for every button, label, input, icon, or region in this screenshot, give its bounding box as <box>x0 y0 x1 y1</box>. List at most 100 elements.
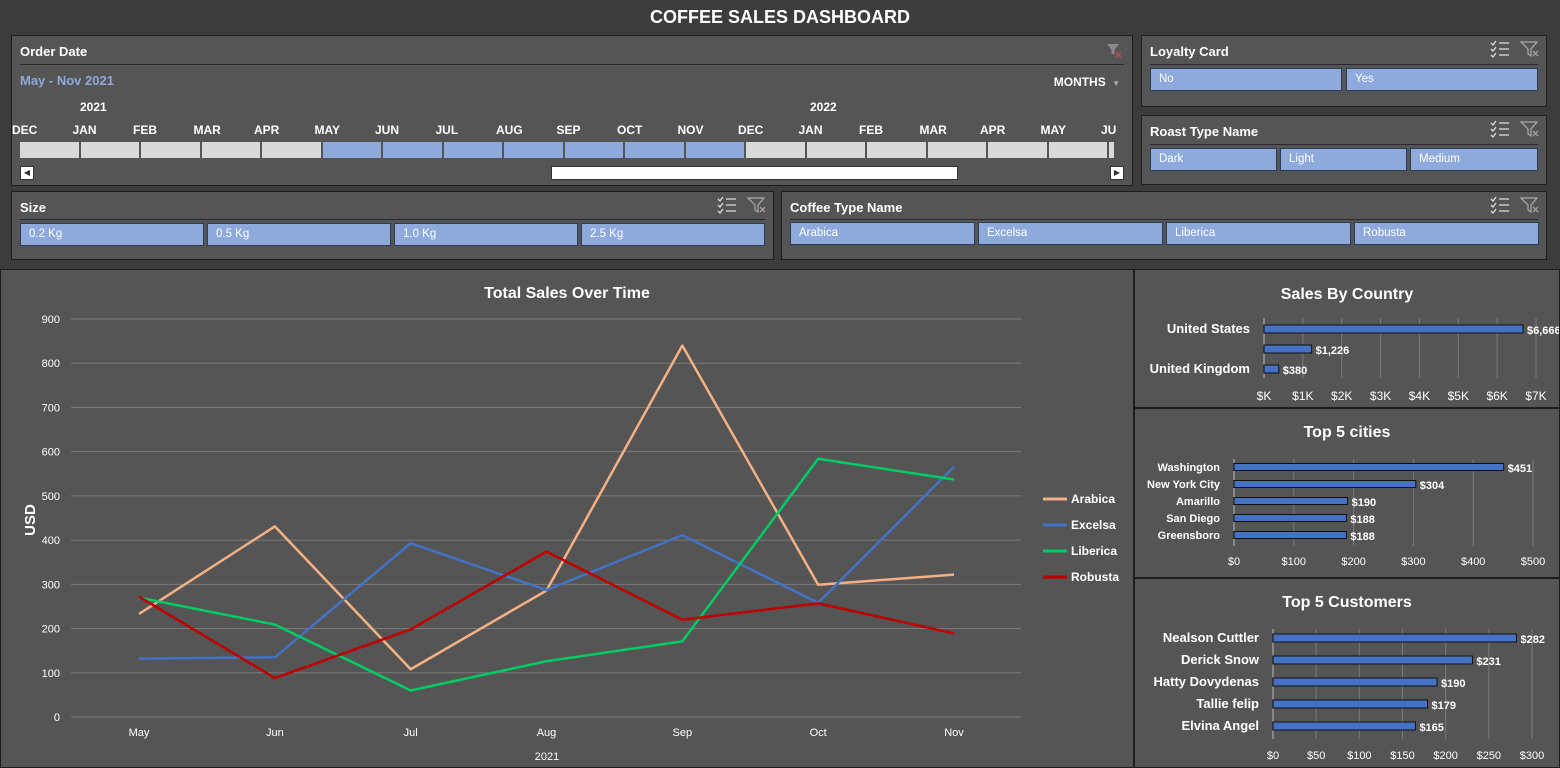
timeline-cell[interactable] <box>262 142 323 158</box>
roast-type-title: Roast Type Name <box>1150 124 1259 139</box>
roast-option-dark[interactable]: Dark <box>1150 148 1277 171</box>
timeline-cell[interactable] <box>867 142 928 158</box>
roast-option-medium[interactable]: Medium <box>1410 148 1538 171</box>
timeline-month-label: MAR <box>193 123 221 137</box>
period-dropdown[interactable]: MONTHS ▼ <box>1054 75 1120 89</box>
series-line-liberica[interactable] <box>138 457 955 692</box>
x-tick-label: $100 <box>1347 750 1371 762</box>
category-label: San Diego <box>1166 513 1220 525</box>
data-label: $282 <box>1520 634 1544 646</box>
timeline-cell-selected[interactable] <box>564 142 625 158</box>
bar[interactable] <box>1272 677 1438 687</box>
timeline-cell-selected[interactable] <box>504 142 565 158</box>
timeline-cell[interactable] <box>1109 142 1116 158</box>
size-title: Size <box>20 200 47 215</box>
timeline-cell[interactable] <box>80 142 141 158</box>
clear-filter-icon[interactable] <box>747 196 767 214</box>
scroll-right-button[interactable]: ▶ <box>1110 166 1124 180</box>
x-tick-label: $150 <box>1390 750 1414 762</box>
data-label: $231 <box>1476 656 1500 668</box>
multi-select-icon[interactable] <box>1490 196 1510 214</box>
x-tick-label: $300 <box>1520 750 1544 762</box>
timeline-month-label: JUN <box>375 123 400 137</box>
bar[interactable] <box>1272 699 1429 709</box>
data-label: $304 <box>1420 480 1445 492</box>
x-tick-label: $2K <box>1331 389 1352 403</box>
timeline-cell[interactable] <box>1048 142 1109 158</box>
timeline-cell-selected[interactable] <box>443 142 504 158</box>
bar[interactable] <box>1233 497 1349 505</box>
x-tick-label: $4K <box>1409 389 1430 403</box>
timeline-cell[interactable] <box>988 142 1049 158</box>
coffee-option-robusta[interactable]: Robusta <box>1354 222 1539 245</box>
bar[interactable] <box>1263 364 1280 374</box>
timeline-cell-selected[interactable] <box>685 142 746 158</box>
coffee-option-liberica[interactable]: Liberica <box>1166 222 1351 245</box>
timeline-cell[interactable] <box>141 142 202 158</box>
loyalty-card-title: Loyalty Card <box>1150 44 1229 59</box>
x-tick-label: $200 <box>1433 750 1457 762</box>
timeline-cell[interactable] <box>201 142 262 158</box>
clear-filter-icon[interactable] <box>1106 42 1122 63</box>
multi-select-icon[interactable] <box>1490 120 1510 138</box>
series-line-robusta[interactable] <box>138 550 955 680</box>
loyalty-option-yes[interactable]: Yes <box>1346 68 1538 91</box>
y-tick-label: 700 <box>42 402 60 414</box>
coffee-option-excelsa[interactable]: Excelsa <box>978 222 1163 245</box>
y-tick-label: 800 <box>42 358 60 370</box>
category-label: Elvina Angel <box>1181 718 1259 733</box>
size-option-0-5kg[interactable]: 0.5 Kg <box>207 223 391 246</box>
legend-label: Excelsa <box>1071 518 1116 532</box>
x-tick-label: Sep <box>673 727 693 739</box>
multi-select-icon[interactable] <box>717 196 737 214</box>
multi-select-icon[interactable] <box>1490 40 1510 58</box>
timeline-cell[interactable] <box>746 142 807 158</box>
y-tick-label: 200 <box>42 624 60 636</box>
clear-filter-icon[interactable] <box>1520 40 1540 58</box>
timeline-cell[interactable] <box>806 142 867 158</box>
size-option-1-0kg[interactable]: 1.0 Kg <box>394 223 578 246</box>
bar[interactable] <box>1233 531 1347 539</box>
size-slicer: Size 0.2 Kg 0.5 Kg 1.0 Kg 2.5 Kg <box>11 191 774 260</box>
bar[interactable] <box>1272 633 1517 643</box>
category-label: Amarillo <box>1176 496 1220 508</box>
data-label: $190 <box>1352 497 1376 509</box>
size-option-2-5kg[interactable]: 2.5 Kg <box>581 223 765 246</box>
coffee-option-arabica[interactable]: Arabica <box>790 222 975 245</box>
y-tick-label: 500 <box>42 491 60 503</box>
clear-filter-icon[interactable] <box>1520 120 1540 138</box>
timeline-cell[interactable] <box>20 142 81 158</box>
bar[interactable] <box>1272 721 1416 731</box>
timeline-month-label: JUL <box>435 123 459 137</box>
bar[interactable] <box>1233 514 1347 522</box>
bar[interactable] <box>1233 463 1505 471</box>
chevron-down-icon: ▼ <box>1112 79 1120 88</box>
data-label: $188 <box>1350 531 1374 543</box>
x-tick-label: $250 <box>1477 750 1501 762</box>
x-tick-label: $400 <box>1461 556 1485 568</box>
period-label: MONTHS <box>1053 75 1106 89</box>
timeline-scrollbar-thumb[interactable] <box>551 166 958 180</box>
timeline-month-label: AUG <box>496 123 523 137</box>
timeline-cell[interactable] <box>927 142 988 158</box>
clear-filter-icon[interactable] <box>1520 196 1540 214</box>
loyalty-option-no[interactable]: No <box>1150 68 1342 91</box>
bar[interactable] <box>1272 655 1473 665</box>
bar[interactable] <box>1263 324 1524 334</box>
size-option-0-2kg[interactable]: 0.2 Kg <box>20 223 204 246</box>
bar[interactable] <box>1233 480 1417 488</box>
top-customers-chart: Top 5 Customers $0 $50 $100 $150 $200 $250 $300… <box>1134 578 1560 768</box>
data-label: $188 <box>1350 514 1374 526</box>
timeline-cell-selected[interactable] <box>383 142 444 158</box>
timeline-cell-selected[interactable] <box>625 142 686 158</box>
x-tick-label: Oct <box>810 727 827 739</box>
roast-option-light[interactable]: Light <box>1280 148 1407 171</box>
scroll-left-button[interactable]: ◀ <box>20 166 34 180</box>
chart-title: Sales By Country <box>1281 286 1414 303</box>
category-label: Washington <box>1157 462 1220 474</box>
data-label: $179 <box>1432 700 1456 712</box>
bar[interactable] <box>1263 344 1313 354</box>
x-tick-label: $5K <box>1448 389 1469 403</box>
order-date-timeline[interactable]: Order Date May - Nov 2021 MONTHS ▼ DEC JA… <box>11 35 1133 186</box>
timeline-cell-selected[interactable] <box>322 142 383 158</box>
